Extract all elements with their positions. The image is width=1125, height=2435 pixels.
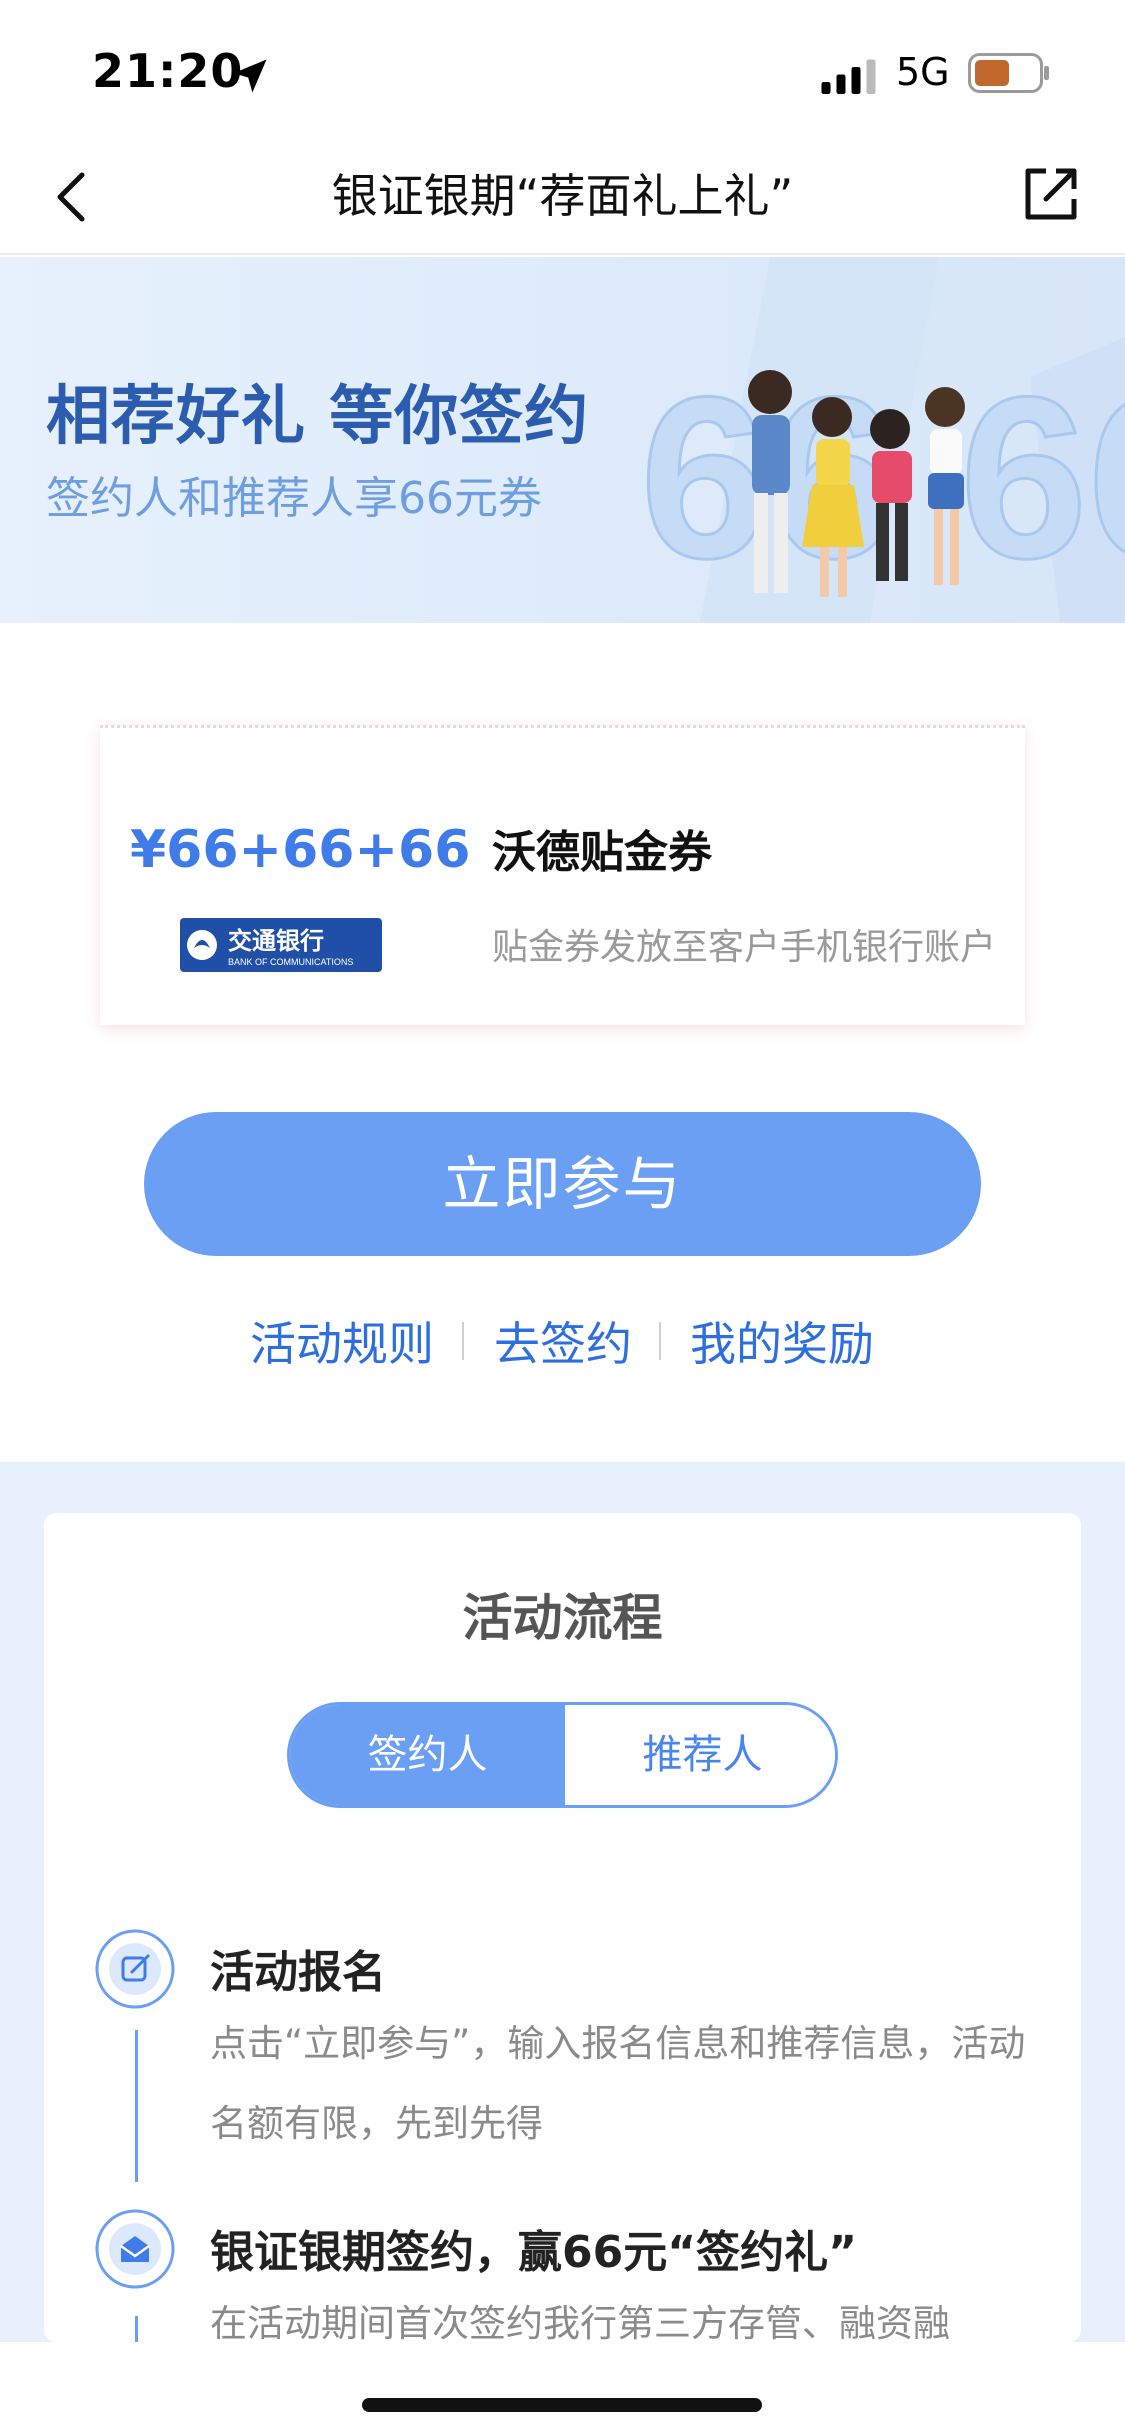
link-divider — [659, 1322, 661, 1360]
my-rewards-link[interactable]: 我的奖励 — [690, 1308, 874, 1374]
link-divider — [462, 1322, 464, 1360]
sign-link[interactable]: 去签约 — [494, 1308, 632, 1374]
coupon-card: ¥66+66+66 交通银行 BANK OF COMMUNICATIONS 沃德… — [100, 725, 1025, 1025]
role-segmented-control: 签约人 推荐人 — [287, 1702, 838, 1808]
envelope-icon — [95, 2209, 175, 2289]
svg-text:交通银行: 交通银行 — [228, 927, 324, 955]
banner-subtitle: 签约人和推荐人享66元券 — [46, 473, 542, 524]
battery-icon — [968, 53, 1049, 93]
location-arrow-icon — [233, 59, 267, 93]
coupon-amount: ¥66+66+66 — [130, 820, 471, 880]
edit-icon — [95, 1929, 175, 2009]
status-bar: 21:20 5G — [0, 0, 1125, 135]
navigation-bar: 银证银期“荐面礼上礼” — [0, 135, 1125, 255]
tab-signer[interactable]: 签约人 — [290, 1705, 565, 1805]
step-description: 点击“立即参与”，输入报名信息和推荐信息，活动名额有限，先到先得 — [210, 2022, 1026, 2145]
share-button[interactable] — [1016, 159, 1086, 229]
cellular-signal-icon — [821, 59, 876, 94]
step-title: 银证银期签约，赢66元“签约礼” — [210, 2227, 858, 2278]
home-indicator[interactable] — [362, 2398, 762, 2412]
tab-referrer[interactable]: 推荐人 — [565, 1705, 835, 1805]
banner-title: 相荐好礼 等你签约 — [46, 380, 590, 454]
svg-text:BANK OF COMMUNICATIONS: BANK OF COMMUNICATIONS — [228, 957, 353, 967]
bank-of-communications-logo: 交通银行 BANK OF COMMUNICATIONS — [180, 918, 382, 972]
step-title: 活动报名 — [210, 1947, 386, 1998]
join-now-button[interactable]: 立即参与 — [144, 1112, 981, 1256]
status-time: 21:20 — [92, 44, 244, 98]
banner-illustration: 66 66 — [640, 257, 1125, 623]
network-type: 5G — [896, 50, 950, 94]
page-title: 银证银期“荐面礼上礼” — [331, 169, 794, 223]
step-description: 在活动期间首次签约我行第三方存管、融资融 — [210, 2302, 950, 2344]
action-links: 活动规则 去签约 我的奖励 — [0, 1308, 1125, 1378]
coupon-description: 贴金券发放至客户手机银行账户 — [492, 927, 997, 968]
step-connector — [135, 2030, 138, 2182]
process-title: 活动流程 — [462, 1589, 663, 1647]
promo-banner: 相荐好礼 等你签约 签约人和推荐人享66元券 66 66 — [0, 257, 1125, 623]
rules-link[interactable]: 活动规则 — [250, 1308, 434, 1374]
home-indicator-area — [0, 2342, 1125, 2435]
coupon-name: 沃德贴金券 — [492, 827, 712, 878]
